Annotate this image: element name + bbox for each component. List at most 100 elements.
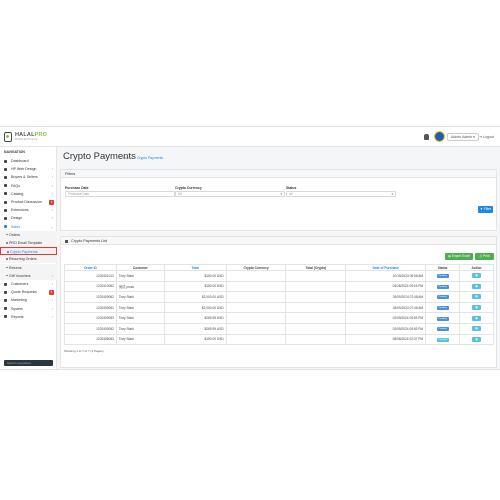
view-button[interactable]: ◉: [472, 273, 482, 279]
crypto-currency-cell: [225, 322, 287, 335]
chevron-icon: ›: [51, 208, 53, 213]
chevron-icon: ›: [51, 273, 53, 278]
filters-heading: Filters: [61, 170, 496, 178]
sidebar-item-label: Customers: [11, 282, 29, 286]
sidebar-item-design[interactable]: Design ›: [0, 214, 57, 222]
sidebar-item-orders[interactable]: Orders: [0, 230, 57, 239]
sidebar-item-marketing[interactable]: Marketing ›: [0, 296, 57, 304]
customer-cell: Tony Stark: [115, 301, 165, 314]
monitor-icon: [4, 216, 7, 220]
sidebar-item-returns[interactable]: Returns: [0, 263, 57, 272]
status-badge: Pending: [436, 284, 449, 289]
view-button[interactable]: ◉: [472, 336, 482, 342]
purchase-date-input[interactable]: Purchase Date: [65, 191, 175, 197]
status-badge: Canceled: [436, 337, 449, 342]
bell-icon[interactable]: [424, 134, 429, 140]
export-excel-button[interactable]: ▤ Export Excel: [445, 253, 473, 260]
bullet-icon: [6, 274, 8, 277]
chevron-icon: ›: [51, 306, 53, 311]
table-row: 1202401012 Tony Stark $150.00 USD 10/15/202…: [64, 270, 494, 282]
sidebar-item-system[interactable]: System ›: [0, 305, 57, 313]
customer-cell: Tony Stark: [115, 270, 165, 282]
sidebar-item-product-discussion[interactable]: Product Discussion 1: [0, 198, 57, 206]
sidebar-item-reports[interactable]: Reports ›: [0, 313, 57, 321]
print-button[interactable]: ⎙ Print: [475, 253, 494, 260]
sidebar-item-catalog[interactable]: Catalog ›: [0, 190, 57, 198]
comments-icon: [4, 200, 7, 204]
bullet-icon: [7, 251, 9, 253]
breadcrumb-home[interactable]: Home: [123, 156, 132, 160]
status-badge: Pending: [436, 274, 449, 279]
crypto-currency-cell: [225, 291, 287, 303]
status-badge: Pending: [436, 306, 449, 311]
sidebar-item-buyers-sellers[interactable]: Buyers & Sellers ›: [0, 173, 57, 181]
crypto-total-cell: [285, 270, 347, 282]
purchase-date-cell: 10/15/2024 09:58 AM: [345, 270, 427, 282]
view-button[interactable]: ◉: [472, 294, 482, 300]
customer-cell: Tony Stark: [115, 291, 165, 303]
breadcrumb: Home › Crypto Payments: [123, 156, 163, 160]
status-cell: Canceled: [425, 333, 461, 346]
sidebar-item-dashboard[interactable]: Dashboard: [0, 157, 57, 165]
quote-icon: [4, 290, 7, 294]
action-cell: ◉: [459, 312, 494, 324]
crypto-currency-cell: [225, 280, 287, 293]
chevron-down-icon: ▾: [391, 192, 393, 196]
sidebar-item-pro-email-template[interactable]: PRO Email Template: [0, 239, 57, 247]
total-cell: $2,000.00 USD: [163, 301, 227, 314]
sidebar-item-gift-vouchers[interactable]: Gift Vouchers ›: [0, 271, 57, 280]
status-badge: Pending: [436, 316, 449, 321]
design-icon: [4, 167, 7, 171]
status-cell: Pending: [425, 322, 461, 335]
customer-cell: Tony Stark: [115, 322, 165, 335]
customer-cell: 测试 prosk: [115, 280, 165, 293]
sidebar-item-customers[interactable]: Customers ›: [0, 280, 57, 288]
chevron-icon: ›: [51, 167, 53, 172]
action-cell: ◉: [459, 322, 494, 335]
view-button[interactable]: ◉: [472, 326, 482, 332]
list-heading: Crypto Payments List: [61, 237, 496, 245]
sidebar-item-recurring-orders[interactable]: Recurring Orders: [0, 255, 57, 264]
puzzle-icon: [4, 208, 7, 212]
count-badge: 1: [49, 199, 54, 205]
chevron-icon: ›: [51, 216, 53, 221]
view-button[interactable]: ◉: [472, 315, 482, 321]
purchase-date-cell: 02/09/2024 09:53 PM: [345, 322, 427, 335]
sidebar-item-label: Catalog: [11, 191, 24, 196]
sidebar-search-input[interactable]: Search everywhere: [4, 360, 53, 366]
chart-icon: [4, 315, 7, 319]
crypto-total-cell: [285, 280, 347, 293]
table-row: 1202408063 Tony Stark $150.00 USD 08/08/202…: [64, 333, 494, 346]
crypto-currency-cell: [225, 270, 287, 282]
crypto-total-cell: [285, 291, 347, 303]
view-button[interactable]: ◉: [472, 283, 482, 289]
view-button[interactable]: ◉: [472, 305, 482, 311]
users-icon: [4, 175, 7, 179]
filter-button[interactable]: ▼ Filter: [478, 206, 493, 213]
crypto-total-cell: [285, 312, 347, 324]
sidebar-item-quote-requests[interactable]: Quote Requests 5: [0, 288, 57, 296]
breadcrumb-current[interactable]: Crypto Payments: [137, 156, 163, 160]
sidebar-item-extensions[interactable]: Extensions ›: [0, 206, 57, 214]
bullet-icon: [6, 233, 8, 236]
filter-icon: ▼: [479, 207, 484, 211]
brand-logo[interactable]: HALALPRO MARKETPLACE: [4, 132, 47, 144]
currency-select[interactable]: All ▾: [175, 191, 285, 197]
sidebar-item-label: Recurring Orders: [9, 257, 37, 262]
table-row: 1202409053 Tony Stark $269.99 USD 02/09/202…: [64, 312, 494, 324]
status-cell: Pending: [425, 270, 461, 282]
total-cell: $150.00 USD: [163, 270, 227, 282]
bullet-icon: [6, 242, 8, 244]
sidebar-item-faqs[interactable]: FAQs ›: [0, 182, 57, 190]
sidebar-item-sales[interactable]: Sales ⌄: [0, 223, 57, 231]
top-header: HALALPRO MARKETPLACE Admin Admin ▾ ⇥ Log…: [0, 127, 500, 147]
status-select[interactable]: All ▾: [286, 191, 396, 197]
status-label: Status: [286, 186, 297, 190]
user-menu-button[interactable]: Admin Admin ▾: [447, 133, 479, 141]
order-id-cell: 1202401012: [64, 270, 117, 282]
sidebar-item-hp-web-design[interactable]: HP Web Design ›: [0, 165, 57, 173]
avatar[interactable]: [434, 131, 445, 142]
chevron-icon: ›: [51, 175, 53, 180]
sidebar-item-crypto-payments[interactable]: Crypto Payments: [0, 247, 57, 256]
logout-link[interactable]: ⇥ Logout: [479, 135, 494, 139]
